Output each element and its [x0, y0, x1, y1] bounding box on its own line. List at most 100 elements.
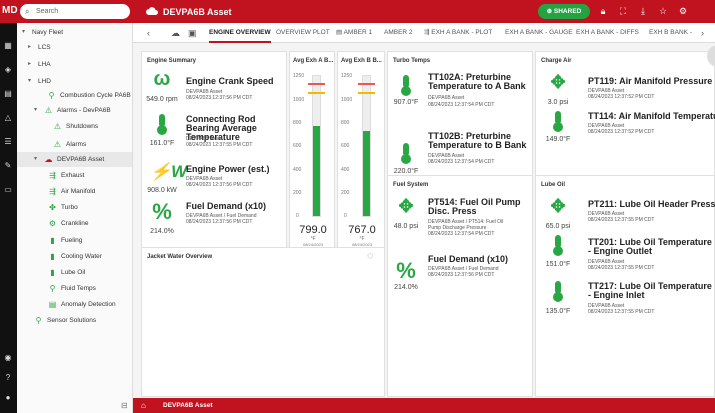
- tree-item-alarms[interactable]: ⚠ Alarms: [53, 137, 86, 152]
- tree-item-cooling-water[interactable]: ▮ Cooling Water: [48, 249, 102, 264]
- crank-icon: ⚙: [48, 219, 57, 228]
- tree-item-crankline[interactable]: ⚙ Crankline: [48, 216, 89, 231]
- metric-timestamp: 08/24/2023 12:37:52 PM CDT: [588, 129, 655, 135]
- icon-rail: ▦ ◈ ▤ △ ☰ ✎ ▭ ◉ ? ●: [0, 23, 17, 413]
- footer-breadcrumb[interactable]: DEVPA6B Asset: [163, 402, 213, 409]
- metric-title[interactable]: PT119: Air Manifold Pressure: [588, 77, 712, 86]
- thermometer-icon: [546, 110, 570, 132]
- tree-item-fueling[interactable]: ▮ Fueling: [48, 233, 82, 248]
- tree-item-navy-fleet[interactable]: ▾ Navy Fleet: [22, 25, 63, 40]
- list-icon[interactable]: ☰: [3, 137, 13, 147]
- tree-item-alarms-devpa6b[interactable]: ▾ ⚠ Alarms - DevPA6B: [34, 103, 111, 118]
- metric-title[interactable]: Fuel Demand (x10): [186, 202, 266, 211]
- metric-title[interactable]: Fuel Demand (x10): [428, 255, 508, 264]
- metric-title[interactable]: Engine Crank Speed: [186, 77, 274, 86]
- tree-item-shutdowns[interactable]: ⚠ Shutdowns: [53, 119, 98, 134]
- gauge-fill: [363, 131, 370, 216]
- tab-scroll-right-icon[interactable]: ›: [701, 23, 704, 43]
- chevron-right-icon: ▸: [28, 44, 32, 50]
- tree-item-exhaust[interactable]: ⇶ Exhaust: [48, 168, 84, 183]
- gauge-fill: [313, 126, 320, 216]
- tree-item-lcs[interactable]: ▸ LCS: [28, 40, 51, 55]
- metric-value: 908.0 kW: [147, 187, 177, 194]
- cloud-icon: ☁: [44, 155, 53, 164]
- tab-amber-1[interactable]: ▤ AMBER 1: [336, 23, 372, 43]
- scale-tick: 200: [341, 190, 350, 196]
- help-icon[interactable]: ?: [3, 373, 13, 383]
- tree-label: Alarms: [66, 141, 87, 148]
- metric-title[interactable]: TT217: Lube Oil Temperature - Engine Inl…: [588, 282, 714, 300]
- home-icon[interactable]: ⌂: [141, 398, 146, 413]
- metric-title[interactable]: TT102A: Preturbine Temperature to A Bank: [428, 73, 532, 91]
- metric-title[interactable]: TT114: Air Manifold Temperatur: [588, 112, 715, 121]
- tree-item-sensor-solutions[interactable]: ⚲ Sensor Solutions: [34, 313, 97, 328]
- shared-button[interactable]: ⊕ SHARED: [538, 4, 590, 19]
- scale-tick: 0: [296, 213, 299, 219]
- tree-item-lube-oil[interactable]: ▮ Lube Oil: [48, 265, 85, 280]
- tree-label: Alarms - DevPA6B: [57, 107, 111, 114]
- doc-icon[interactable]: ▭: [3, 185, 13, 195]
- thermometer-icon: [394, 74, 418, 96]
- grid-icon: ▤: [336, 29, 344, 36]
- tab-engine-overview[interactable]: ENGINE OVERVIEW: [209, 23, 271, 43]
- tab-exh-a-bank-diffs[interactable]: EXH A BANK - DIFFS: [576, 23, 639, 43]
- tab-scroll-left-icon[interactable]: ‹: [147, 23, 150, 43]
- app-logo[interactable]: MD: [2, 5, 18, 16]
- tree-item-air-manifold[interactable]: ⇶ Air Manifold: [48, 184, 95, 199]
- metric-title[interactable]: PT211: Lube Oil Header Pressur: [588, 200, 715, 209]
- gauge-panel-exh-a[interactable]: Avg Exh A B... 1250 1000 800 600 400 200…: [289, 51, 335, 251]
- metric-timestamp: 08/24/2023 12:37:56 PM CDT: [428, 272, 495, 278]
- chevron-down-icon: ▾: [34, 156, 38, 162]
- metric-timestamp: 08/24/2023 12:37:52 PM CDT: [588, 94, 655, 100]
- tree-label: Combustion Cycle PA6B: [60, 92, 131, 99]
- folder-icon[interactable]: ▣: [188, 23, 197, 43]
- gauge-panel-exh-b[interactable]: Avg Exh B B... 1250 1000 800 600 400 200…: [337, 51, 385, 251]
- metric-subtitle: DEVPA6B Asset: [428, 95, 465, 101]
- metric-timestamp: 08/24/2023 12:37:55 PM CDT: [186, 142, 253, 148]
- metric-value: 65.0 psi: [545, 223, 571, 230]
- tree-item-turbo[interactable]: ✤ Turbo: [48, 200, 78, 215]
- fuel-icon: ▮: [50, 236, 55, 245]
- nav-icon[interactable]: ◈: [3, 65, 13, 75]
- panel-title: Avg Exh A B...: [293, 58, 334, 64]
- metric-timestamp: 08/24/2023 12:37:56 PM CDT: [186, 182, 253, 188]
- info-icon[interactable]: ●: [3, 393, 13, 403]
- alert-icon[interactable]: △: [3, 113, 13, 123]
- tab-overview-plot[interactable]: OVERVIEW PLOT: [276, 23, 330, 43]
- tab-exh-b-bank[interactable]: EXH B BANK -: [649, 23, 692, 43]
- star-icon[interactable]: ☆: [657, 5, 669, 17]
- search-input[interactable]: ⌕ Search: [20, 4, 130, 19]
- collapse-sidebar-icon[interactable]: ⊟: [121, 401, 128, 410]
- tab-amber-2[interactable]: AMBER 2: [384, 23, 413, 43]
- top-bar: MD ⌕ Search DEVPA6B Asset ⊕ SHARED 🔒︎ ⛶ …: [0, 0, 715, 23]
- manifold-icon: ✥: [550, 72, 566, 92]
- tab-exh-a-bank-gauge[interactable]: EXH A BANK - GAUGE: [505, 23, 573, 43]
- metric-title[interactable]: TT201: Lube Oil Temperature - Engine Out…: [588, 238, 714, 256]
- tree-item-lhd[interactable]: ▾ LHD: [28, 74, 51, 89]
- dashboard-icon[interactable]: ▦: [3, 41, 13, 51]
- download-icon[interactable]: ⤓: [637, 5, 649, 17]
- cloud-icon[interactable]: ☁: [171, 23, 180, 43]
- fullscreen-icon[interactable]: ⛶: [617, 5, 629, 17]
- tree-item-anomaly-detection[interactable]: ▤ Anomaly Detection: [48, 297, 116, 312]
- scale-tick: 800: [293, 120, 302, 126]
- metric-title[interactable]: PT514: Fuel Oil Pump Disc. Press: [428, 198, 532, 216]
- page-title: DEVPA6B Asset: [163, 6, 232, 17]
- chart-icon[interactable]: ▤: [3, 89, 13, 99]
- manifold-icon: ✥: [398, 196, 414, 216]
- tools-icon[interactable]: ✎: [3, 161, 13, 171]
- tree-item-lha[interactable]: ▸ LHA: [28, 57, 51, 72]
- gauge-value: 767.0: [348, 224, 376, 236]
- lock-icon[interactable]: 🔒︎: [597, 5, 609, 17]
- metric-title[interactable]: Engine Power (est.): [186, 165, 270, 174]
- tab-exh-a-bank-plot[interactable]: ⇶ EXH A BANK - PLOT: [424, 23, 492, 43]
- tree-label: Turbo: [61, 204, 78, 211]
- settings-icon[interactable]: ⚙: [677, 5, 689, 17]
- tree-item-combustion[interactable]: ⚲ Combustion Cycle PA6B: [47, 88, 131, 103]
- user-icon[interactable]: ◉: [3, 353, 13, 363]
- tree-item-fluid-temps[interactable]: ⚲ Fluid Temps: [48, 281, 96, 296]
- alarm-icon: ⚠: [53, 140, 62, 149]
- scale-tick: 600: [293, 143, 302, 149]
- metric-title[interactable]: TT102B: Preturbine Temperature to B Bank: [428, 132, 532, 150]
- tree-item-devpa6b-asset[interactable]: ▾ ☁ DEVPA6B Asset: [17, 152, 132, 167]
